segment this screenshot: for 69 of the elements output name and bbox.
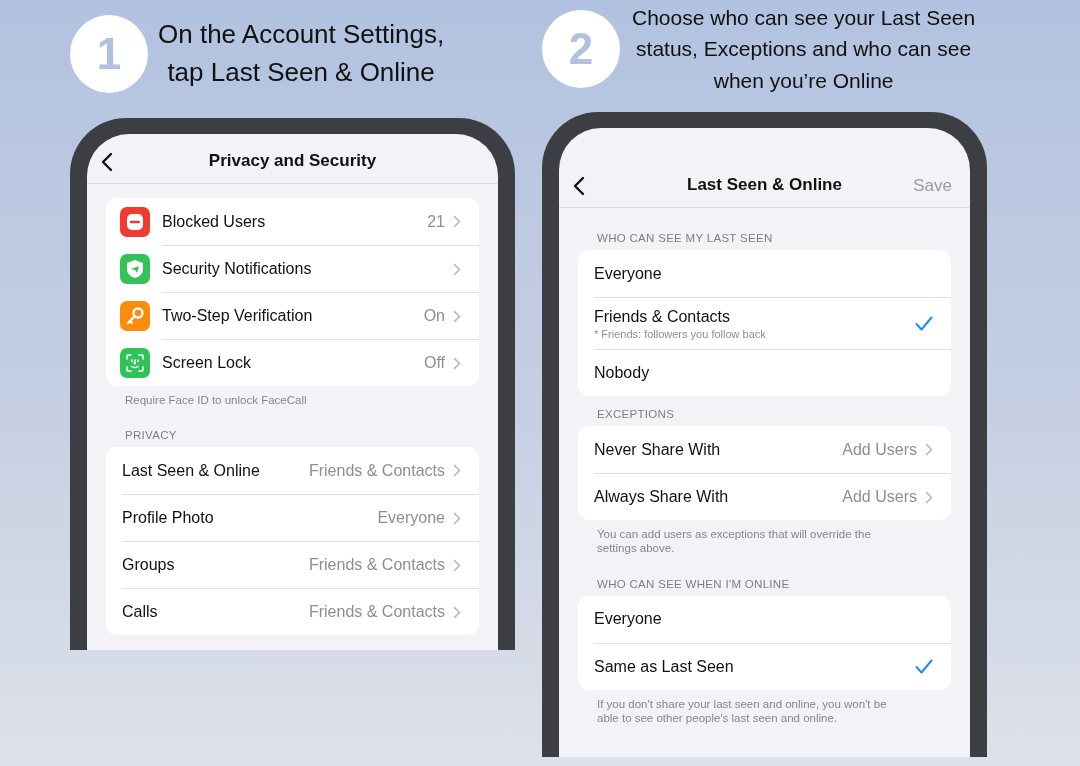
row-value: Friends & Contacts [308,603,445,622]
chevron-icon [453,215,461,228]
step-caption: Choose who can see your Last Seen status, Exceptions and who can see when you’re Online [632,4,976,94]
screen-title: Last Seen & Online [687,175,842,195]
settings-row[interactable]: Nobody [578,349,951,396]
row-label: Same as Last Seen [594,657,734,676]
key-icon [120,300,150,331]
chevron-icon [453,464,461,478]
row-value: Friends & Contacts [308,556,445,575]
row-label: Everyone [594,264,662,283]
settings-row[interactable]: Blocked Users 21 [106,198,479,245]
row-label: Screen Lock [162,354,251,372]
row-subtitle: * Friends: followers you follow back [594,327,766,340]
screen-title: Privacy and Security [208,151,377,171]
chevron-icon [925,443,933,456]
section-header: EXCEPTIONS [596,407,676,422]
row-label: Profile Photo [122,509,214,528]
settings-row[interactable]: Same as Last Seen [578,642,951,690]
settings-row[interactable]: Never Share With Add Users [578,426,951,473]
face-id-icon [120,347,150,378]
blocked-icon [120,206,150,237]
section-header: WHO CAN SEE MY LAST SEEN [596,231,774,246]
row-label: Calls [122,603,158,622]
shield-icon [120,253,150,284]
row-label: Two-Step Verification [162,307,313,325]
settings-row[interactable]: Screen Lock Off [106,339,479,386]
chevron-icon [453,605,461,619]
row-label: Friends & Contacts [594,307,732,326]
row-label: Security Notifications [162,260,312,278]
row-value: Friends & Contacts [308,461,445,480]
settings-row[interactable]: Everyone [578,595,951,643]
row-value: 21 [427,212,445,231]
settings-row[interactable]: Everyone [578,250,951,297]
settings-row[interactable]: Friends & Contacts * Friends: followers you follow back [578,297,951,349]
row-label: Blocked Users [162,212,266,231]
settings-row[interactable]: Groups Friends & Contacts [106,541,479,589]
section-footer: If you don't share your last seen and online, you won't be able to see other people's last seen and online. [578,689,951,736]
settings-row[interactable]: Last Seen & Online Friends & Contacts [106,447,479,495]
chevron-icon [453,511,461,525]
row-label: Nobody [594,364,650,382]
settings-row[interactable]: Calls Friends & Contacts [106,588,479,636]
row-value: Off [423,354,445,372]
row-label: Last Seen & Online [122,461,260,480]
section-header: WHO CAN SEE WHEN I'M ONLINE [596,576,791,592]
settings-row[interactable]: Two-Step Verification On [106,292,479,339]
row-value: Add Users [842,488,917,506]
row-label: Never Share With [594,440,721,459]
row-label: Always Share With [594,488,729,506]
chevron-icon [453,262,461,276]
step-number: 1 [70,15,148,93]
settings-row[interactable]: Always Share With Add Users [578,473,951,520]
chevron-icon [453,558,461,572]
section-footer: Require Face ID to unlock FaceCall [106,386,479,418]
settings-row[interactable]: Security Notifications [106,245,479,292]
row-value: Everyone [377,509,445,528]
back-icon[interactable] [101,152,113,172]
settings-row[interactable]: Profile Photo Everyone [106,494,479,542]
chevron-icon [925,490,933,504]
row-value: Add Users [842,440,917,459]
step-number: 2 [542,10,620,88]
section-footer: You can add users as exceptions that will override the settings above. [578,520,951,566]
row-label: Everyone [594,610,662,629]
chevron-icon [453,356,461,370]
section-header: PRIVACY [124,428,178,444]
back-icon[interactable] [573,176,585,196]
row-value: On [423,307,445,325]
chevron-icon [453,309,461,323]
row-label: Groups [122,556,175,575]
step-caption: On the Account Settings, tap Last Seen & Online [158,18,445,89]
